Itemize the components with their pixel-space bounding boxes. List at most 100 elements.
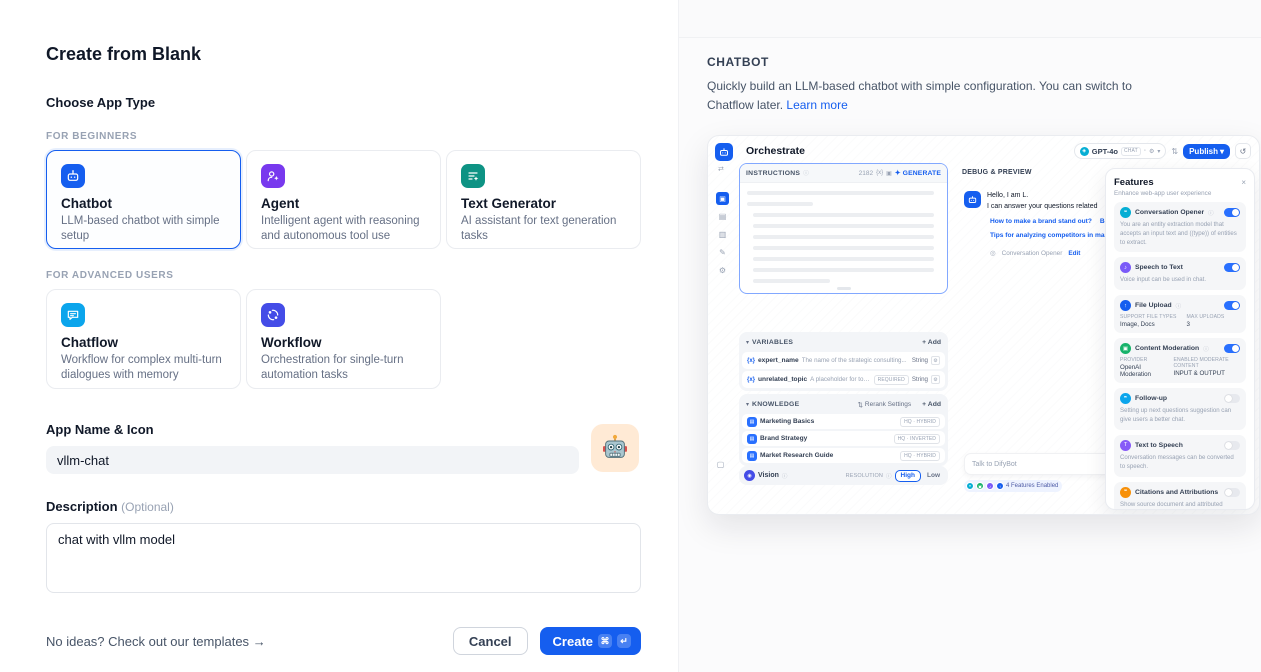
text-generator-icon xyxy=(461,164,485,188)
mini-suggested-questions: How to make a brand stand out? Bes xyxy=(990,218,1112,225)
opener-feature-icon: ❝ xyxy=(966,482,974,490)
conversation-opener-icon: ❝ xyxy=(1120,207,1131,218)
card-title: Chatflow xyxy=(61,335,226,350)
chevron-down-icon: ▾ xyxy=(746,401,749,408)
info-icon: ⓘ xyxy=(782,472,788,480)
agent-icon xyxy=(261,164,285,188)
for-beginners-label: FOR BEGINNERS xyxy=(46,131,641,142)
choose-app-type-label: Choose App Type xyxy=(46,95,641,110)
mini-instructions-panel: INSTRUCTIONS ⓘ 2182 {x} ▣ ✦ GENERATE xyxy=(739,163,948,294)
toggle-off xyxy=(1224,488,1240,497)
mini-variables-panel: ▾ VARIABLES + Add {x} expert_name The na… xyxy=(739,332,948,391)
toggle-on xyxy=(1224,208,1240,217)
mini-opener-row: ◎ Conversation Opener Edit xyxy=(990,249,1080,257)
for-advanced-label: FOR ADVANCED USERS xyxy=(46,270,641,281)
app-name-input[interactable] xyxy=(46,446,579,474)
description-block: Description (Optional) chat with vllm mo… xyxy=(46,499,641,598)
mini-nav-monitoring-icon: ✎ xyxy=(716,246,729,259)
description-textarea[interactable]: chat with vllm model xyxy=(46,523,641,593)
feature-item: ❝ Citations and Attributions Show source… xyxy=(1114,482,1246,510)
resolution-high-option: High xyxy=(895,470,921,482)
optional-hint: (Optional) xyxy=(121,500,174,514)
mini-chat-greeting: Hello, I am L. xyxy=(987,190,1028,201)
mini-edit-link: Edit xyxy=(1068,250,1080,257)
preview-pane-header-strip xyxy=(679,0,1261,38)
card-title: Agent xyxy=(261,196,426,211)
mini-nav-annotations-icon: ▥ xyxy=(716,228,729,241)
mini-features-panel: Features × Enhance web-app user experien… xyxy=(1105,168,1255,510)
browse-templates-link[interactable]: No ideas? Check out our templates → xyxy=(46,634,266,649)
app-type-card-agent[interactable]: Agent Intelligent agent with reasoning a… xyxy=(246,150,441,249)
chevron-down-icon: ▾ xyxy=(746,339,749,346)
microphone-icon: ♪ xyxy=(1120,262,1131,273)
mini-switch-icon: ⇄ xyxy=(718,165,724,173)
chatbot-icon xyxy=(61,164,85,188)
variable-icon: {x} xyxy=(747,358,755,364)
mini-add-knowledge-button: + Add xyxy=(922,401,941,408)
mini-app-avatar xyxy=(715,143,733,161)
workflow-icon xyxy=(261,303,285,327)
cancel-button[interactable]: Cancel xyxy=(453,627,528,655)
feature-item: ▣ Content Moderation ⓘ PROVIDER OpenAI M… xyxy=(1114,338,1246,383)
toggle-on xyxy=(1224,301,1240,310)
info-icon: ⓘ xyxy=(803,169,809,177)
copy-icon: ▣ xyxy=(886,170,892,177)
mini-chat-greeting: I can answer your questions related xyxy=(987,201,1098,212)
feature-item: T Text to Speech Conversation messages c… xyxy=(1114,435,1246,477)
chatflow-icon xyxy=(61,303,85,327)
mini-chevron-down-icon: ▾ xyxy=(1157,148,1160,155)
app-icon-picker[interactable] xyxy=(591,424,639,472)
mini-suggested-question: Tips for analyzing competitors in market xyxy=(990,232,1117,239)
learn-more-link[interactable]: Learn more xyxy=(786,98,847,112)
mini-publish-button: Publish▾ xyxy=(1183,144,1230,159)
create-button[interactable]: Create ⌘ ↵ xyxy=(540,627,641,655)
mini-topbar: ◈ GPT-4o CHAT ◦ ⚙ ▾ ⇅ Publish▾ ↺ xyxy=(1074,143,1251,159)
mini-publish-chevron-icon: ▾ xyxy=(1220,147,1224,156)
speech-feature-icon: ♪ xyxy=(986,482,994,490)
app-type-card-workflow[interactable]: Workflow Orchestration for single-turn a… xyxy=(246,289,441,389)
enter-key-icon: ↵ xyxy=(617,634,631,648)
create-form-pane: Create from Blank Choose App Type FOR BE… xyxy=(0,0,678,672)
variable-icon: {x} xyxy=(747,377,755,383)
variable-row: {x} unrelated_topic A placeholder for to… xyxy=(742,371,945,388)
card-desc: LLM-based chatbot with simple setup xyxy=(61,214,226,244)
info-icon: ⓘ xyxy=(1203,345,1209,353)
document-icon: ▤ xyxy=(747,434,757,444)
mini-temp-icon: ◦ xyxy=(1144,148,1146,154)
create-app-modal: Create from Blank Choose App Type FOR BE… xyxy=(0,0,1261,672)
mini-add-variable-button: + Add xyxy=(922,339,941,346)
feature-item: ❝ Conversation Opener ⓘ You are an entit… xyxy=(1114,202,1246,252)
mini-features-enabled-pill: ❝ ▣ ♪ ↑ 4 Features Enabled xyxy=(964,480,1062,492)
document-icon: ▤ xyxy=(747,451,757,461)
card-desc: Intelligent agent with reasoning and aut… xyxy=(261,214,426,244)
feature-item: ♪ Speech to Text Voice input can be used… xyxy=(1114,257,1246,290)
info-icon: ⓘ xyxy=(886,472,892,480)
mini-nav-logs-icon: ▤ xyxy=(716,210,729,223)
variable-settings-icon: ⚙ xyxy=(931,356,940,365)
preview-pane-body: CHATBOT Quickly build an LLM-based chatb… xyxy=(679,38,1261,114)
card-title: Workflow xyxy=(261,335,426,350)
mini-nav-orchestrate-icon: ▣ xyxy=(716,192,729,205)
toggle-on xyxy=(1224,263,1240,272)
info-icon: ⓘ xyxy=(1208,209,1214,217)
knowledge-row: ▤ Market Research Guide HQ · HYBRID xyxy=(742,448,945,463)
variable-settings-icon: ⚙ xyxy=(931,375,940,384)
knowledge-row: ▤ Brand Strategy HQ · INVERTED xyxy=(742,431,945,446)
mini-model-provider-icon: ◈ xyxy=(1080,147,1089,156)
text-to-speech-icon: T xyxy=(1120,440,1131,451)
card-desc: AI assistant for text generation tasks xyxy=(461,214,626,244)
mini-config-icon: ⇅ xyxy=(1171,147,1178,156)
vision-eye-icon: ◉ xyxy=(744,470,755,481)
robot-emoji-icon xyxy=(600,433,630,463)
app-type-card-chatflow[interactable]: Chatflow Workflow for complex multi-turn… xyxy=(46,289,241,389)
mini-history-icon: ↺ xyxy=(1235,143,1251,159)
app-type-card-text-generator[interactable]: Text Generator AI assistant for text gen… xyxy=(446,150,641,249)
preview-heading: CHATBOT xyxy=(707,55,1233,69)
app-type-card-chatbot[interactable]: Chatbot LLM-based chatbot with simple se… xyxy=(46,150,241,249)
card-title: Chatbot xyxy=(61,196,226,211)
toggle-on xyxy=(1224,344,1240,353)
beginner-cards-row: Chatbot LLM-based chatbot with simple se… xyxy=(46,150,641,249)
feature-item: ↑ File Upload ⓘ SUPPORT FILE TYPES Image… xyxy=(1114,295,1246,333)
description-label: Description (Optional) xyxy=(46,499,641,514)
mini-rerank-settings-button: ⇅ Rerank Settings xyxy=(857,401,911,409)
